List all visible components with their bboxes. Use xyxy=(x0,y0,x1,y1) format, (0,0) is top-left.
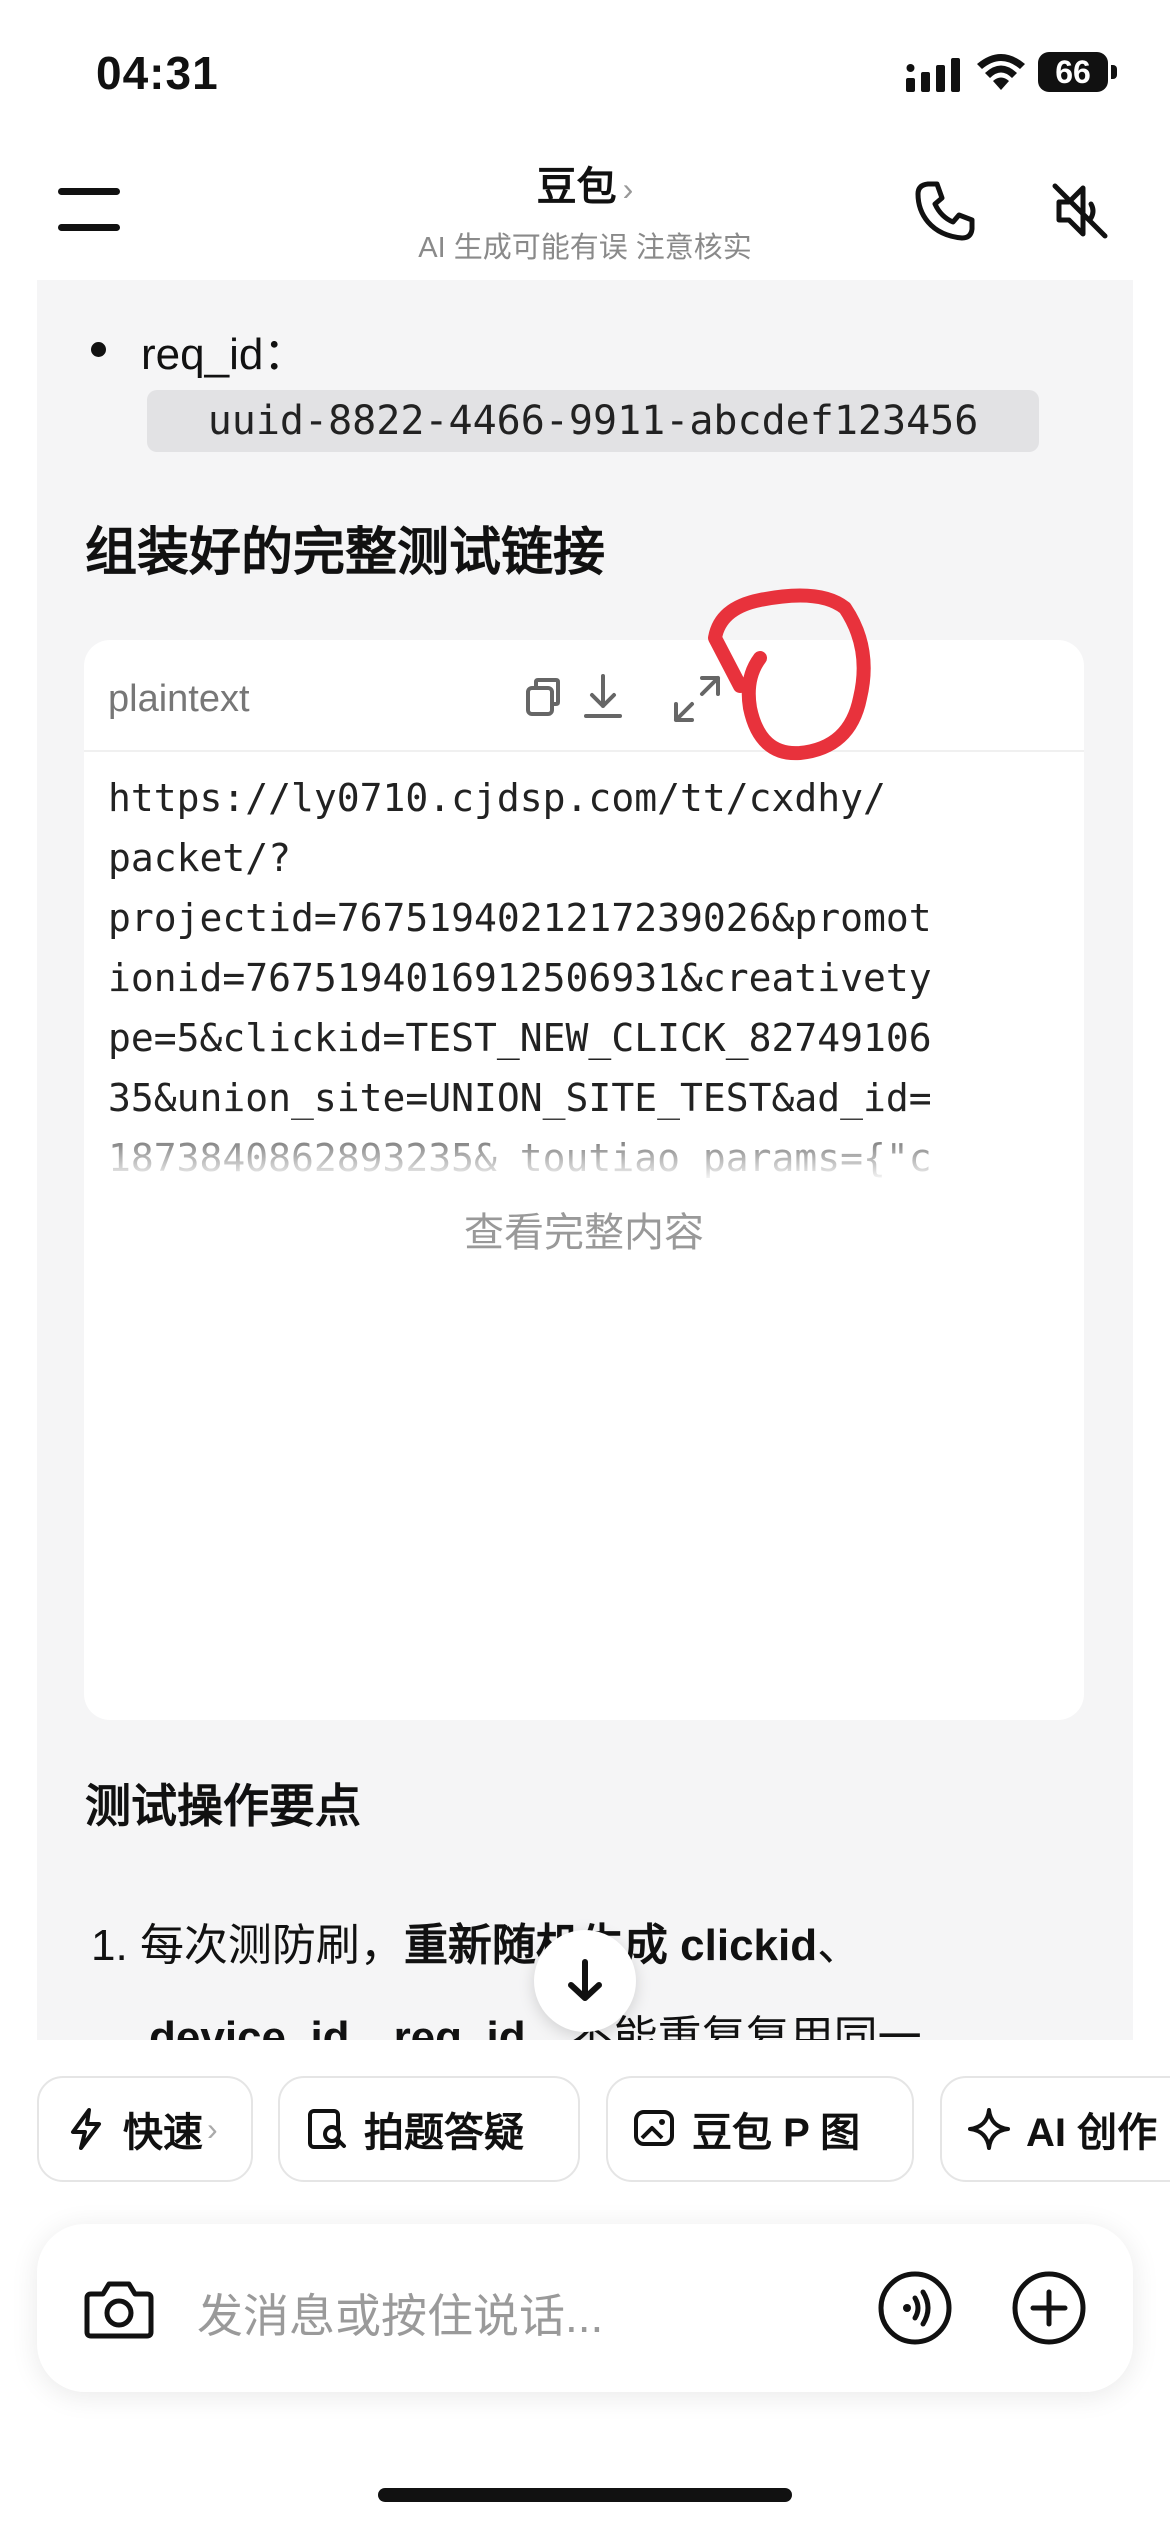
speaker-mute-icon[interactable] xyxy=(1045,176,1115,246)
code-line: projectid=7675194021217239026&promot xyxy=(108,896,932,940)
chip-label: AI 创作 xyxy=(1026,2111,1158,2155)
scroll-down-button[interactable] xyxy=(534,1930,636,2032)
list-text: 、 xyxy=(817,1921,862,1970)
bullet-dot xyxy=(91,342,106,357)
message-input[interactable]: 发消息或按住说话... xyxy=(197,2280,603,2346)
list-number: 1. xyxy=(91,1921,128,1970)
battery-icon: 66 xyxy=(1038,52,1118,92)
home-indicator xyxy=(378,2488,792,2502)
battery-level: 66 xyxy=(1038,52,1108,92)
menu-icon[interactable] xyxy=(58,188,120,232)
code-language-label: plaintext xyxy=(108,678,250,720)
sparkle-icon xyxy=(968,2108,1010,2150)
message-input-bar: 发消息或按住说话... xyxy=(37,2224,1133,2392)
chat-subtitle: AI 生成可能有误 注意核实 xyxy=(418,232,752,264)
chip-label: 快速 xyxy=(123,2111,203,2155)
arrow-down-icon xyxy=(568,1959,602,2001)
cellular-signal-icon xyxy=(906,58,960,92)
section-heading: 组装好的完整测试链接 xyxy=(85,524,606,582)
chat-title-area[interactable]: 豆包 › AI 生成可能有误 注意核实 xyxy=(285,154,885,266)
chat-title: 豆包 xyxy=(536,165,617,209)
list-text: 每次测防刷， xyxy=(139,1921,404,1970)
chat-header: 豆包 › AI 生成可能有误 注意核实 xyxy=(0,140,1170,280)
quick-actions-bar: 快速 › 拍题答疑 豆包 P 图 AI 创作 xyxy=(0,2040,1170,2190)
code-line: pe=5&clickid=TEST_NEW_CLICK_82749106 xyxy=(108,1016,932,1060)
chevron-right-icon: › xyxy=(207,2110,218,2147)
chip-ai-create[interactable]: AI 创作 xyxy=(940,2076,1170,2182)
download-icon[interactable] xyxy=(568,664,638,734)
chevron-right-icon: › xyxy=(622,171,634,207)
view-full-button[interactable]: 查看完整内容 xyxy=(84,1200,1084,1258)
chip-photo-question[interactable]: 拍题答疑 xyxy=(278,2076,580,2182)
ops-heading: 测试操作要点 xyxy=(85,1780,361,1832)
annotation-circle xyxy=(708,588,871,761)
code-line: packet/? xyxy=(108,836,292,880)
code-header-divider xyxy=(84,750,1084,752)
chat-message: req_id： uuid-8822-4466-9911-abcdef123456… xyxy=(37,280,1133,2062)
chip-label: 拍题答疑 xyxy=(364,2111,524,2155)
bullet-label: req_id： xyxy=(141,330,308,379)
chip-fast[interactable]: 快速 › xyxy=(37,2076,253,2182)
chip-image-edit[interactable]: 豆包 P 图 xyxy=(606,2076,914,2182)
wifi-icon xyxy=(977,54,1025,90)
phone-icon[interactable] xyxy=(910,176,980,246)
search-doc-icon xyxy=(308,2109,346,2149)
chip-label: 豆包 P 图 xyxy=(692,2111,861,2155)
code-block: plaintext https://ly0710.cjdsp.com/tt/cx… xyxy=(84,640,1084,1720)
status-bar: 04:31 66 xyxy=(0,0,1170,140)
inline-code: uuid-8822-4466-9911-abcdef123456 xyxy=(147,390,1039,452)
status-time: 04:31 xyxy=(96,47,219,99)
image-edit-icon xyxy=(634,2110,674,2146)
voice-call-icon[interactable] xyxy=(877,2270,953,2346)
lightning-icon xyxy=(71,2108,101,2150)
code-line: https://ly0710.cjdsp.com/tt/cxdhy/ xyxy=(108,776,886,820)
plus-icon[interactable] xyxy=(1011,2270,1087,2346)
code-line: ionid=7675194016912506931&creativety xyxy=(108,956,932,1000)
camera-icon[interactable] xyxy=(83,2276,155,2342)
